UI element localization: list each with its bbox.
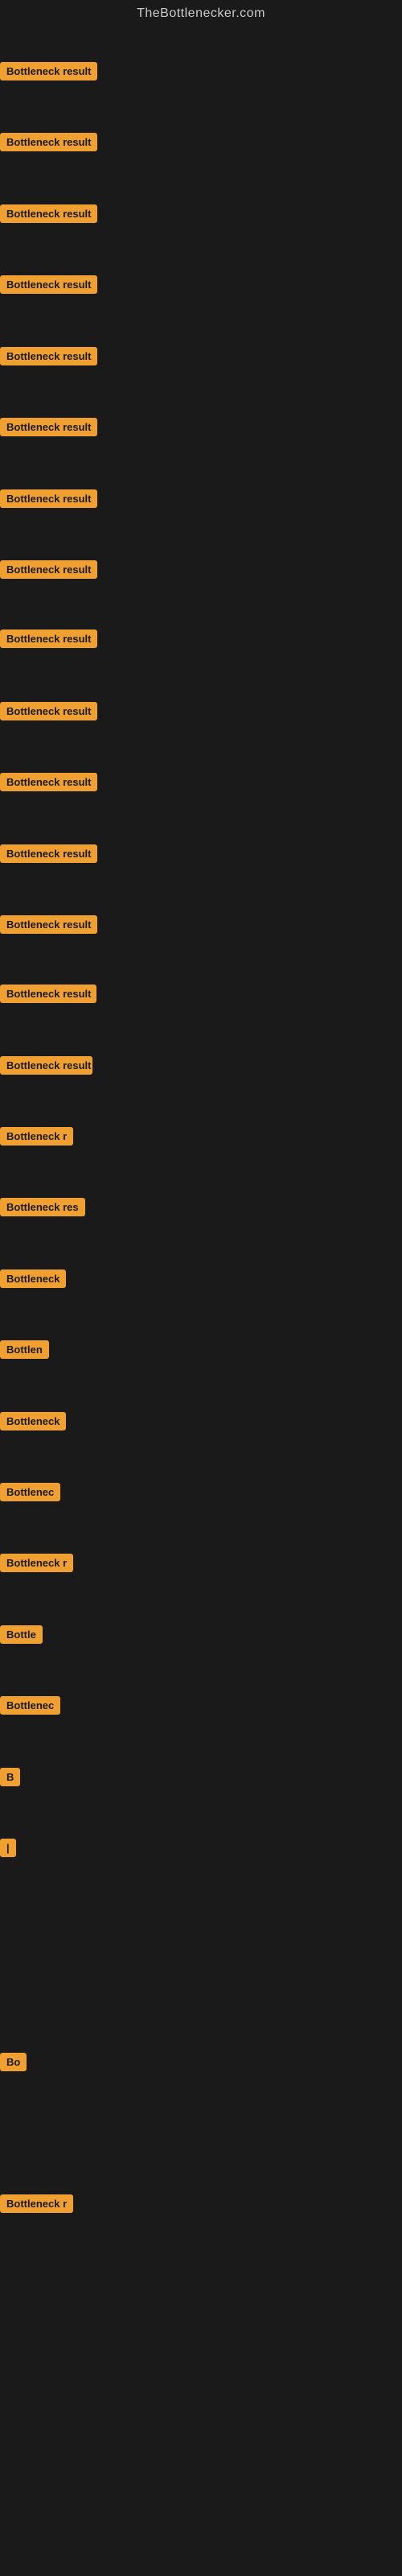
bottleneck-result-badge: Bottlenec [0,1483,60,1501]
list-item: | [0,1839,16,1861]
bottleneck-result-badge: Bottleneck result [0,204,97,223]
list-item: Bottleneck result [0,133,97,155]
bottleneck-result-badge: Bottleneck result [0,773,97,791]
bottleneck-result-badge: Bottleneck result [0,275,97,294]
list-item: Bottlenec [0,1483,60,1505]
bottleneck-result-badge: Bottleneck r [0,1127,73,1146]
bottleneck-result-badge: Bottleneck result [0,844,97,863]
list-item: Bottle [0,1625,43,1648]
list-item: Bottleneck result [0,489,97,512]
bottleneck-result-badge: Bottleneck result [0,1056,92,1075]
list-item: Bottleneck result [0,773,97,795]
list-item: Bottleneck result [0,985,96,1007]
bottleneck-result-badge: Bottleneck res [0,1198,85,1216]
list-item: Bottleneck [0,1412,66,1435]
list-item: Bottleneck r [0,2194,73,2217]
list-item: Bottleneck [0,1269,66,1292]
list-item: Bottleneck result [0,630,97,652]
list-item: Bottleneck result [0,62,97,85]
bottleneck-result-badge: Bottle [0,1625,43,1644]
bottleneck-result-badge: Bottleneck result [0,985,96,1003]
bottleneck-result-badge: Bottleneck result [0,702,97,720]
list-item: Bottleneck res [0,1198,85,1220]
list-item: Bottleneck result [0,1056,92,1079]
bottleneck-result-badge: Bottleneck [0,1269,66,1288]
bottleneck-result-badge: Bottleneck r [0,2194,73,2213]
bottleneck-result-badge: Bottleneck r [0,1554,73,1572]
bottleneck-result-badge: Bottlenec [0,1696,60,1715]
list-item: Bottleneck result [0,560,97,583]
bottleneck-result-badge: B [0,1768,20,1786]
bottleneck-result-badge: Bottleneck result [0,347,97,365]
bottleneck-result-badge: Bo [0,2053,27,2071]
list-item: Bottleneck result [0,418,97,440]
bottleneck-result-badge: Bottleneck result [0,630,97,648]
list-item: Bottleneck result [0,275,97,298]
list-item: Bottlen [0,1340,49,1363]
list-item: Bottleneck result [0,844,97,867]
list-item: Bottleneck result [0,915,97,938]
bottleneck-result-badge: Bottleneck result [0,560,97,579]
list-item: Bottleneck result [0,702,97,724]
bottleneck-result-badge: Bottleneck [0,1412,66,1430]
list-item: Bottleneck r [0,1127,73,1150]
list-item: Bottleneck r [0,1554,73,1576]
bottleneck-result-badge: Bottleneck result [0,915,97,934]
list-item: Bottleneck result [0,347,97,369]
bottleneck-result-badge: Bottleneck result [0,489,97,508]
bottleneck-result-badge: Bottleneck result [0,418,97,436]
bottleneck-result-badge: Bottleneck result [0,133,97,151]
bottleneck-result-badge: Bottlen [0,1340,49,1359]
bottleneck-result-badge: | [0,1839,16,1857]
site-title: TheBottlenecker.com [0,0,402,24]
bottleneck-result-badge: Bottleneck result [0,62,97,80]
list-item: Bottlenec [0,1696,60,1719]
list-item: Bo [0,2053,27,2075]
list-item: Bottleneck result [0,204,97,227]
list-item: B [0,1768,20,1790]
